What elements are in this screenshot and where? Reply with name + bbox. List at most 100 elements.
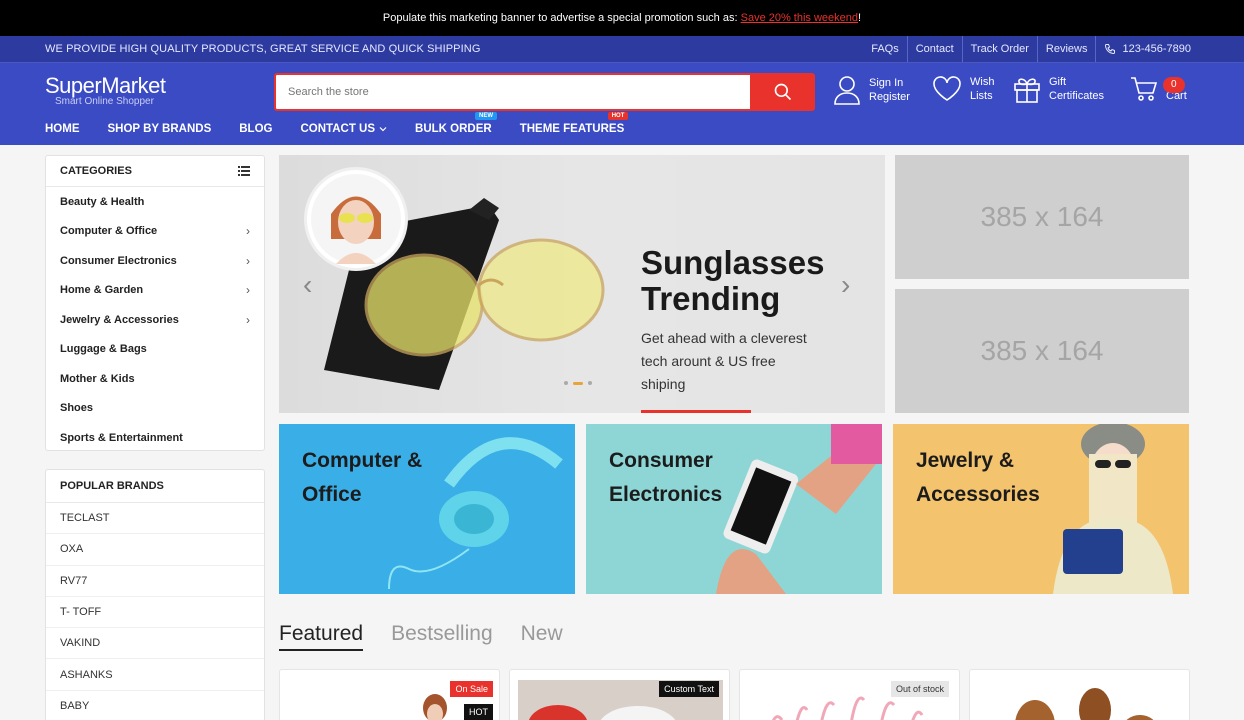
phone-icon — [1105, 44, 1116, 55]
category-label: Jewelry & Accessories — [60, 313, 179, 326]
slider-dot[interactable] — [564, 381, 568, 385]
gift-icon — [1014, 78, 1040, 103]
tile-title: Computer & Office — [302, 444, 422, 512]
popular-brands-panel: POPULAR BRANDS TECLAST OXA RV77 T- TOFF … — [45, 469, 265, 720]
category-label: Beauty & Health — [60, 195, 145, 208]
gift-certificates-link[interactable]: Gift Certificates — [1013, 75, 1104, 103]
hot-tag: HOT — [607, 112, 629, 120]
register-label: Register — [869, 91, 910, 103]
banner-placeholder[interactable]: 385 x 164 — [895, 289, 1189, 413]
category-item[interactable]: Shoes — [46, 394, 264, 424]
tile-title: Consumer Electronics — [609, 444, 722, 512]
category-item[interactable]: Luggage & Bags — [46, 335, 264, 365]
tagline: WE PROVIDE HIGH QUALITY PRODUCTS, GREAT … — [45, 43, 481, 55]
category-item[interactable]: Beauty & Health — [46, 187, 264, 217]
promo-suffix: ! — [858, 12, 862, 24]
search-input[interactable] — [274, 73, 750, 111]
category-item[interactable]: Consumer Electronics › — [46, 246, 264, 276]
brand-item[interactable]: BABY — [46, 691, 264, 720]
new-tag: NEW — [475, 112, 498, 120]
cart-link[interactable]: 0 Cart — [1130, 75, 1187, 103]
lists-label: Lists — [970, 90, 993, 102]
category-label: Home & Garden — [60, 284, 144, 297]
list-icon[interactable] — [238, 166, 250, 176]
popular-brands-title: POPULAR BRANDS — [46, 470, 264, 503]
category-label: Computer & Office — [60, 225, 158, 238]
brand-item[interactable]: TECLAST — [46, 503, 264, 535]
chevron-right-icon: › — [246, 283, 250, 298]
tile-consumer-electronics[interactable]: Consumer Electronics — [586, 424, 882, 594]
slider-dot-active[interactable] — [573, 381, 583, 385]
hero-slider[interactable]: ‹ › Sunglasses Trending Get ahead with a… — [279, 155, 885, 413]
nav-shop-by-brands[interactable]: SHOP BY BRANDS — [108, 123, 212, 135]
promo-banner: Populate this marketing banner to advert… — [0, 0, 1244, 36]
tab-bestselling[interactable]: Bestselling — [391, 622, 493, 651]
wishlist-link[interactable]: Wish Lists — [932, 75, 994, 103]
category-item[interactable]: Jewelry & Accessories › — [46, 305, 264, 335]
nav-theme-features[interactable]: THEME FEATURES HOT — [520, 112, 629, 135]
woman-bag-image — [1053, 424, 1173, 594]
product-card[interactable] — [969, 669, 1190, 720]
tile-computer-office[interactable]: Computer & Office — [279, 424, 575, 594]
site-header: SuperMarket Smart Online Shopper Sign In… — [0, 63, 1244, 145]
nav-contact-us-label: CONTACT US — [300, 123, 376, 135]
user-icon — [834, 76, 860, 105]
brand-item[interactable]: VAKIND — [46, 628, 264, 660]
brand-item[interactable]: T- TOFF — [46, 597, 264, 629]
search-icon — [774, 83, 791, 101]
top-links: FAQs Contact Track Order Reviews 123-456… — [863, 36, 1199, 62]
category-item[interactable]: Home & Garden › — [46, 276, 264, 306]
nav-contact-us[interactable]: CONTACT US — [300, 123, 387, 135]
hero-prev-arrow[interactable]: ‹ — [303, 269, 312, 301]
gift-label: Gift — [1049, 76, 1067, 88]
tile-jewelry-accessories[interactable]: Jewelry & Accessories — [893, 424, 1189, 594]
brand-item[interactable]: ASHANKS — [46, 659, 264, 691]
nav-bulk-order-label: BULK ORDER — [415, 123, 492, 135]
hot-badge: HOT — [464, 704, 493, 720]
product-card[interactable]: Custom Text — [509, 669, 730, 720]
category-item[interactable]: Mother & Kids — [46, 364, 264, 394]
model-avatar — [304, 167, 408, 271]
hero-title-line2: Trending — [641, 280, 781, 317]
reviews-link[interactable]: Reviews — [1036, 36, 1096, 62]
promo-text: Populate this marketing banner to advert… — [382, 12, 738, 24]
faqs-link[interactable]: FAQs — [863, 36, 907, 62]
contact-link[interactable]: Contact — [906, 36, 962, 62]
search-button[interactable] — [750, 73, 815, 111]
phone-link[interactable]: 123-456-7890 — [1095, 36, 1199, 62]
category-label: Mother & Kids — [60, 372, 135, 385]
logo-subtitle: Smart Online Shopper — [55, 96, 154, 107]
nav-blog[interactable]: BLOG — [239, 123, 272, 135]
smartphone-hand-image — [716, 424, 882, 594]
hero-next-arrow[interactable]: › — [841, 269, 850, 301]
product-card[interactable]: Out of stock — [739, 669, 960, 720]
brand-item[interactable]: RV77 — [46, 566, 264, 597]
tab-new[interactable]: New — [521, 622, 563, 651]
model-portrait-image — [311, 174, 401, 264]
categories-header: CATEGORIES — [46, 156, 264, 187]
promo-link[interactable]: Save 20% this weekend — [741, 12, 858, 24]
sign-in-label: Sign In — [869, 77, 904, 89]
category-item[interactable]: Sports & Entertainment — [46, 423, 264, 453]
cart-count-badge: 0 — [1163, 77, 1185, 93]
product-card[interactable]: On Sale HOT — [279, 669, 500, 720]
tile-title: Jewelry & Accessories — [916, 444, 1040, 512]
nav-home[interactable]: HOME — [45, 123, 80, 135]
hero-description: Get ahead with a cleverest tech arount &… — [641, 330, 807, 392]
chevron-down-icon — [379, 127, 387, 132]
track-order-link[interactable]: Track Order — [961, 36, 1037, 62]
brand-item[interactable]: OXA — [46, 534, 264, 566]
slider-dot[interactable] — [588, 381, 592, 385]
hero-title: Sunglasses Trending — [641, 245, 824, 317]
wish-label: Wish — [970, 76, 995, 88]
banner-placeholder[interactable]: 385 x 164 — [895, 155, 1189, 279]
tab-featured[interactable]: Featured — [279, 622, 364, 651]
logo[interactable]: SuperMarket Smart Online Shopper — [45, 73, 166, 107]
on-sale-badge: On Sale — [450, 681, 493, 697]
account-link[interactable]: Sign In Register — [833, 75, 910, 105]
slider-dots[interactable] — [564, 381, 592, 385]
category-item[interactable]: Computer & Office › — [46, 217, 264, 247]
category-label: Sports & Entertainment — [60, 431, 183, 444]
nav-bulk-order[interactable]: BULK ORDER NEW — [415, 112, 498, 135]
chevron-right-icon: › — [246, 312, 250, 327]
